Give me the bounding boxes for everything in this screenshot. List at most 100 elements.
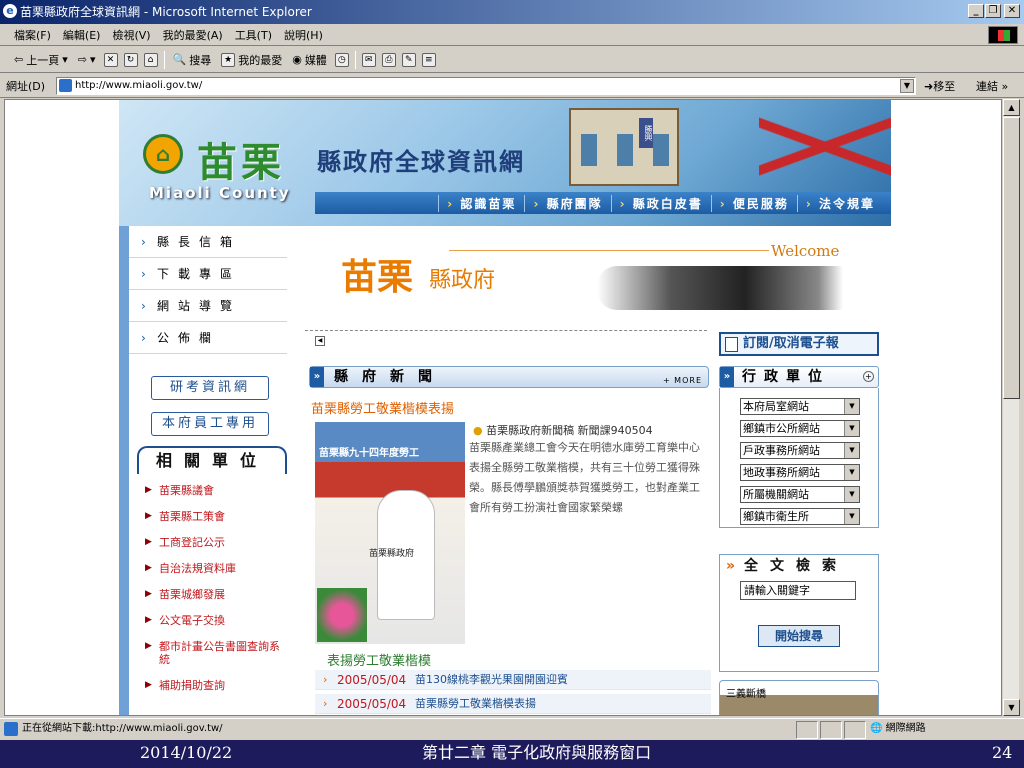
nav-government-team[interactable]: 縣府團隊	[524, 194, 610, 212]
left-menu-site-map[interactable]: 網站導覽	[129, 290, 287, 322]
dropdown-arrow-icon[interactable]: ▼	[844, 421, 859, 436]
logo-title: 苗栗	[197, 139, 285, 186]
agency-select[interactable]: 地政事務所網站 ▼	[740, 464, 860, 481]
footer-title: 第廿二章 電子化政府與服務窗口	[422, 743, 652, 762]
dashed-divider	[305, 330, 707, 331]
left-menu-bulletin[interactable]: 公佈欄	[129, 322, 287, 354]
title-bar: e 苗栗縣政府全球資訊網 - Microsoft Internet Explor…	[0, 0, 1024, 24]
nav-regulations[interactable]: 法令規章	[796, 194, 883, 212]
address-label: 網址(D)	[6, 79, 46, 93]
refresh-icon[interactable]: ↻	[123, 52, 138, 67]
building-image	[569, 108, 679, 186]
news-headline[interactable]: 苗栗縣勞工敬業楷模表揚	[311, 398, 454, 417]
welcome-subtitle: 縣政府	[429, 268, 496, 293]
menu-bar: 檔案(F) 編輯(E) 檢視(V) 我的最愛(A) 工具(T) 說明(H)	[0, 24, 1024, 46]
related-link[interactable]: 都市計畫公告書圖查詢系統	[145, 640, 285, 666]
links-button[interactable]: 連結 »	[976, 78, 1008, 94]
history-icon[interactable]: ◷	[334, 52, 349, 67]
news-more-link[interactable]: + MORE	[663, 371, 702, 391]
agency-select[interactable]: 所屬機關網站 ▼	[740, 486, 860, 503]
staff-only-button[interactable]: 本府員工專用	[151, 412, 269, 436]
scroll-thumb[interactable]	[1003, 117, 1020, 399]
related-link[interactable]: 苗栗縣議會	[145, 484, 285, 497]
search-submit-button[interactable]: 開始搜尋	[758, 625, 840, 647]
loading-page-icon	[4, 722, 18, 736]
agency-select[interactable]: 鄉鎮市公所網站 ▼	[740, 420, 860, 437]
media-button[interactable]: ◉ 媒體	[290, 52, 329, 68]
vertical-scrollbar[interactable]: ▲ ▼	[1002, 99, 1020, 716]
photo-banner-text: 苗栗縣九十四年度勞工	[319, 448, 419, 459]
welcome-title: 苗栗	[341, 256, 414, 298]
bridge-photo-panel[interactable]: 三義斷橋	[719, 680, 879, 715]
related-link[interactable]: 工商登記公示	[145, 536, 285, 549]
discuss-icon[interactable]: ≡	[421, 52, 436, 67]
go-arrow-icon: ➜	[924, 80, 934, 93]
menu-help[interactable]: 說明(H)	[284, 27, 323, 43]
menu-tools[interactable]: 工具(T)	[235, 27, 272, 43]
news-list-item[interactable]: 2005/05/04 苗栗縣勞工敬業楷模表揚	[315, 694, 711, 714]
bridge-image	[759, 100, 891, 196]
subscribe-newsletter-button[interactable]: 訂閱/取消電子報	[719, 332, 879, 356]
address-input[interactable]: http://www.miaoli.gov.tw/ ▼	[56, 77, 916, 95]
left-menu-mayor-mailbox[interactable]: 縣長信箱	[129, 226, 287, 258]
forward-button[interactable]: ⇨ ▾	[76, 53, 98, 66]
agency-select-panel: 本府局室網站 ▼ 鄉鎮市公所網站 ▼ 戶政事務所網站 ▼ 地政事務所網站 ▼ 所屬機關網…	[719, 388, 879, 528]
nav-about-miaoli[interactable]: 認識苗栗	[438, 194, 524, 212]
favorites-button[interactable]: ★ 我的最愛	[219, 52, 284, 68]
globe-icon: 🌐	[870, 723, 883, 734]
expand-icon[interactable]: +	[863, 371, 874, 382]
related-link[interactable]: 自治法規資料庫	[145, 562, 285, 575]
mail-icon[interactable]: ✉	[361, 52, 376, 67]
home-icon[interactable]: ⌂	[143, 52, 158, 67]
dropdown-arrow-icon[interactable]: ▾	[62, 53, 68, 66]
stop-icon[interactable]: ✕	[103, 52, 118, 67]
left-arrow-icon[interactable]: ◀	[315, 336, 325, 346]
related-link[interactable]: 苗栗城鄉發展	[145, 588, 285, 601]
research-info-button[interactable]: 研考資訊網	[151, 376, 269, 400]
back-arrow-icon: ⇦	[14, 53, 24, 66]
county-emblem-icon: ⌂	[143, 134, 183, 174]
flowers-image	[317, 588, 367, 642]
nav-citizen-services[interactable]: 便民服務	[710, 194, 797, 212]
scroll-up-icon[interactable]: ▲	[1003, 99, 1020, 116]
left-sidebar: 縣長信箱 下載專區 網站導覽 公佈欄 研考資訊網 本府員工專用 相關單位 苗栗縣…	[119, 226, 291, 715]
window-title: 苗栗縣政府全球資訊網 - Microsoft Internet Explorer	[20, 5, 312, 19]
related-link[interactable]: 補助捐助查詢	[145, 679, 285, 692]
search-button[interactable]: 🔍 搜尋	[171, 52, 214, 68]
back-button[interactable]: ⇦ 上一頁 ▾	[12, 52, 70, 68]
dropdown-arrow-icon[interactable]: ▼	[844, 399, 859, 414]
browser-viewport: 勝興 ⌂ 苗栗 縣政府全球資訊網 Miaoli County 認識苗栗 縣府團隊…	[4, 99, 1002, 716]
status-cell	[844, 721, 866, 739]
close-button[interactable]: ✕	[1004, 4, 1020, 18]
menu-favorites[interactable]: 我的最愛(A)	[163, 27, 223, 43]
nav-white-paper[interactable]: 縣政白皮書	[610, 194, 711, 212]
related-link[interactable]: 公文電子交換	[145, 614, 285, 627]
dropdown-arrow-icon[interactable]: ▼	[844, 509, 859, 524]
toolbar-separator	[163, 50, 165, 69]
edit-icon[interactable]: ✎	[401, 52, 416, 67]
agency-select[interactable]: 鄉鎮市衛生所 ▼	[740, 508, 860, 525]
dropdown-arrow-icon[interactable]: ▼	[844, 487, 859, 502]
dropdown-arrow-icon[interactable]: ▾	[90, 53, 96, 66]
menu-file[interactable]: 檔案(F)	[14, 27, 51, 43]
maximize-button[interactable]: ❐	[985, 4, 1001, 18]
address-dropdown-icon[interactable]: ▼	[900, 79, 914, 93]
agency-select[interactable]: 本府局室網站 ▼	[740, 398, 860, 415]
print-icon[interactable]: ⎙	[381, 52, 396, 67]
status-cell	[820, 721, 842, 739]
scroll-down-icon[interactable]: ▼	[1003, 699, 1020, 716]
left-menu-downloads[interactable]: 下載專區	[129, 258, 287, 290]
dropdown-arrow-icon[interactable]: ▼	[844, 465, 859, 480]
go-button[interactable]: ➜移至	[924, 78, 955, 94]
dropdown-arrow-icon[interactable]: ▼	[844, 443, 859, 458]
news-list-item[interactable]: 2005/05/04 苗130線桃李觀光果園開園迎賓	[315, 670, 711, 690]
minimize-button[interactable]: _	[968, 4, 984, 18]
bullet-icon: ●	[473, 424, 483, 437]
related-link[interactable]: 苗栗縣工策會	[145, 510, 285, 523]
news-header-label: 縣府新聞	[334, 369, 446, 385]
status-text: 正在從網站下載:http://www.miaoli.gov.tw/	[22, 723, 223, 734]
menu-view[interactable]: 檢視(V)	[112, 27, 150, 43]
search-input[interactable]: 請輸入關鍵字	[740, 581, 856, 600]
menu-edit[interactable]: 編輯(E)	[63, 27, 101, 43]
agency-select[interactable]: 戶政事務所網站 ▼	[740, 442, 860, 459]
